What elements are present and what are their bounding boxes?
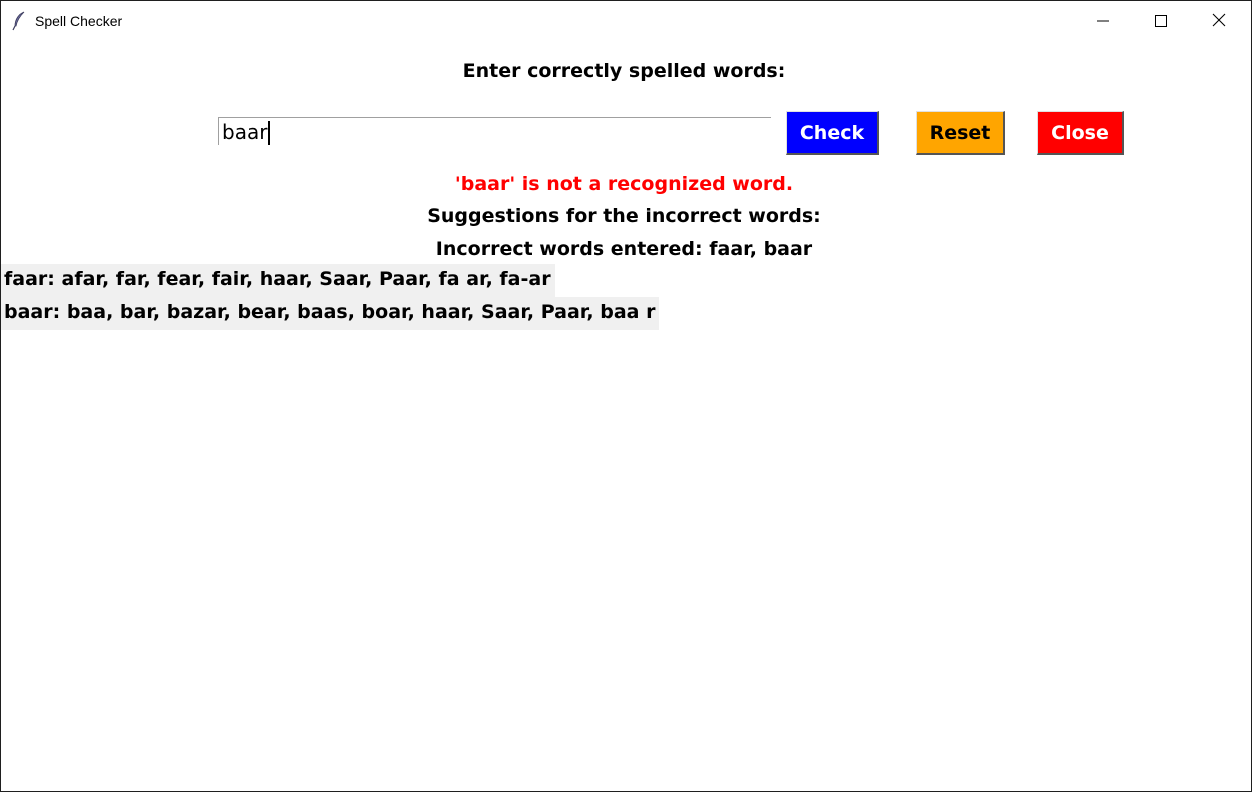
spell-checker-window: Spell Checker Enter correctly spelled wo…	[0, 0, 1252, 792]
prompt-label: Enter correctly spelled words:	[462, 60, 786, 82]
text-cursor	[268, 121, 270, 145]
feather-icon	[12, 11, 26, 31]
minimize-button[interactable]	[1075, 1, 1131, 41]
suggestion-row: faar: afar, far, fear, fair, haar, Saar,…	[1, 264, 555, 297]
suggestions-heading: Suggestions for the incorrect words:	[427, 205, 821, 227]
window-title: Spell Checker	[35, 13, 123, 29]
maximize-button[interactable]	[1133, 1, 1189, 41]
close-button[interactable]: Close	[1037, 111, 1124, 155]
suggestions-list: faar: afar, far, fear, fair, haar, Saar,…	[1, 264, 660, 330]
suggestion-row: baar: baa, bar, bazar, bear, baas, boar,…	[1, 297, 660, 330]
status-message: 'baar' is not a recognized word.	[454, 173, 794, 195]
minimize-icon	[1097, 12, 1109, 31]
word-entry-field[interactable]	[218, 117, 771, 145]
maximize-icon	[1155, 12, 1167, 31]
window-close-button[interactable]	[1191, 1, 1247, 41]
close-icon	[1212, 12, 1226, 31]
incorrect-words-label: Incorrect words entered: faar, baar	[435, 238, 813, 260]
title-bar[interactable]: Spell Checker	[1, 1, 1251, 41]
reset-button[interactable]: Reset	[916, 111, 1005, 155]
check-button[interactable]: Check	[786, 111, 879, 155]
main-content: Enter correctly spelled words: Check Res…	[1, 41, 1251, 791]
